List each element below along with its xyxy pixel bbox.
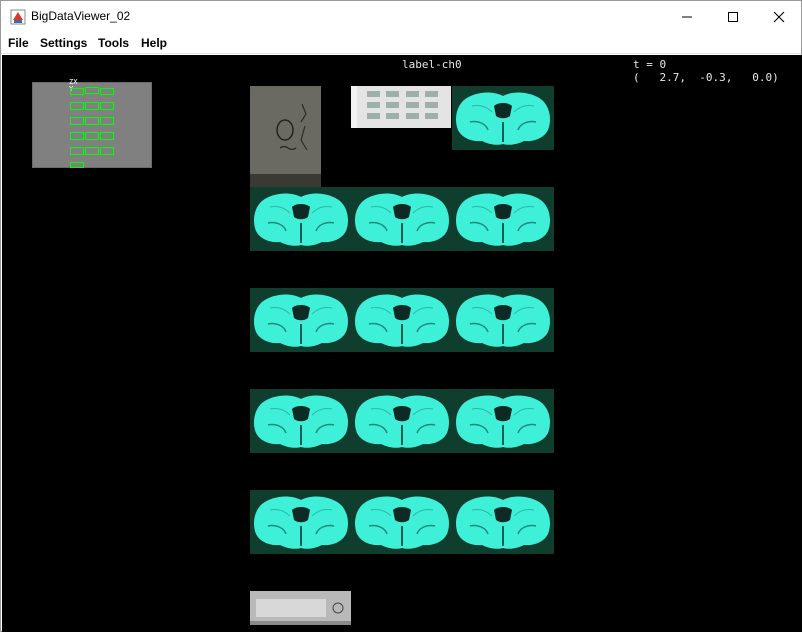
slide-overview-strip (351, 86, 451, 128)
brain-slice-tile (250, 389, 352, 453)
maximize-button[interactable] (710, 1, 756, 32)
menu-file[interactable]: File (8, 36, 29, 50)
brain-slice-tile (250, 187, 352, 251)
navigator-tile (85, 117, 99, 125)
menu-tools[interactable]: Tools (98, 36, 129, 50)
menu-help[interactable]: Help (141, 36, 167, 50)
navigator-tile (100, 88, 114, 95)
navigator-tile (100, 102, 114, 110)
java-cup-icon (10, 9, 26, 25)
navigator-tile (100, 132, 114, 140)
navigator-tile (85, 87, 99, 94)
maximize-icon (727, 11, 739, 23)
brain-slice-tile (351, 490, 453, 554)
navigator-tile (70, 102, 84, 110)
menu-bar: File Settings Tools Help (1, 32, 801, 54)
brain-slice-tile (351, 187, 453, 251)
title-bar[interactable]: BigDataViewer_02 (1, 1, 801, 32)
navigator-tile (100, 147, 114, 155)
bigdataviewer-window: BigDataViewer_02 File Settings Tools Hel… (0, 0, 802, 632)
menu-settings[interactable]: Settings (40, 36, 87, 50)
timepoint-overlay: t = 0 (633, 58, 667, 71)
brain-slice-tile (351, 389, 453, 453)
close-icon (773, 11, 785, 23)
brain-slice-tile (452, 187, 554, 251)
navigator-tile (70, 147, 84, 155)
minimize-button[interactable] (664, 1, 710, 32)
navigator-tile (100, 117, 114, 125)
brain-slice-tile (452, 490, 554, 554)
navigator-tile (85, 132, 99, 140)
minimize-icon (681, 11, 693, 23)
navigator-tile (70, 162, 84, 168)
brain-slice-tile (250, 490, 352, 554)
navigator-tile (85, 102, 99, 110)
navigator-tile (70, 132, 84, 140)
navigator-tile (70, 117, 84, 125)
navigator-box-overlay: ZX Y (32, 79, 152, 168)
bottom-slide-overview (250, 591, 351, 625)
navigator-tile (70, 88, 84, 95)
close-button[interactable] (756, 1, 802, 32)
slide-label-photo (250, 86, 321, 187)
coordinates-overlay: ( 2.7, -0.3, 0.0) (633, 71, 779, 84)
brain-slice-tile (452, 86, 554, 150)
brain-slice-tile (452, 288, 554, 352)
window-title: BigDataViewer_02 (31, 9, 131, 23)
source-name-overlay: label-ch0 (402, 58, 462, 71)
brain-slice-tile (250, 288, 352, 352)
navigator-tile (85, 147, 99, 155)
viewer-canvas[interactable]: label-ch0 t = 0 ( 2.7, -0.3, 0.0) ZX Y (2, 55, 802, 632)
brain-slice-tile (452, 389, 554, 453)
brain-slice-tile (351, 288, 453, 352)
